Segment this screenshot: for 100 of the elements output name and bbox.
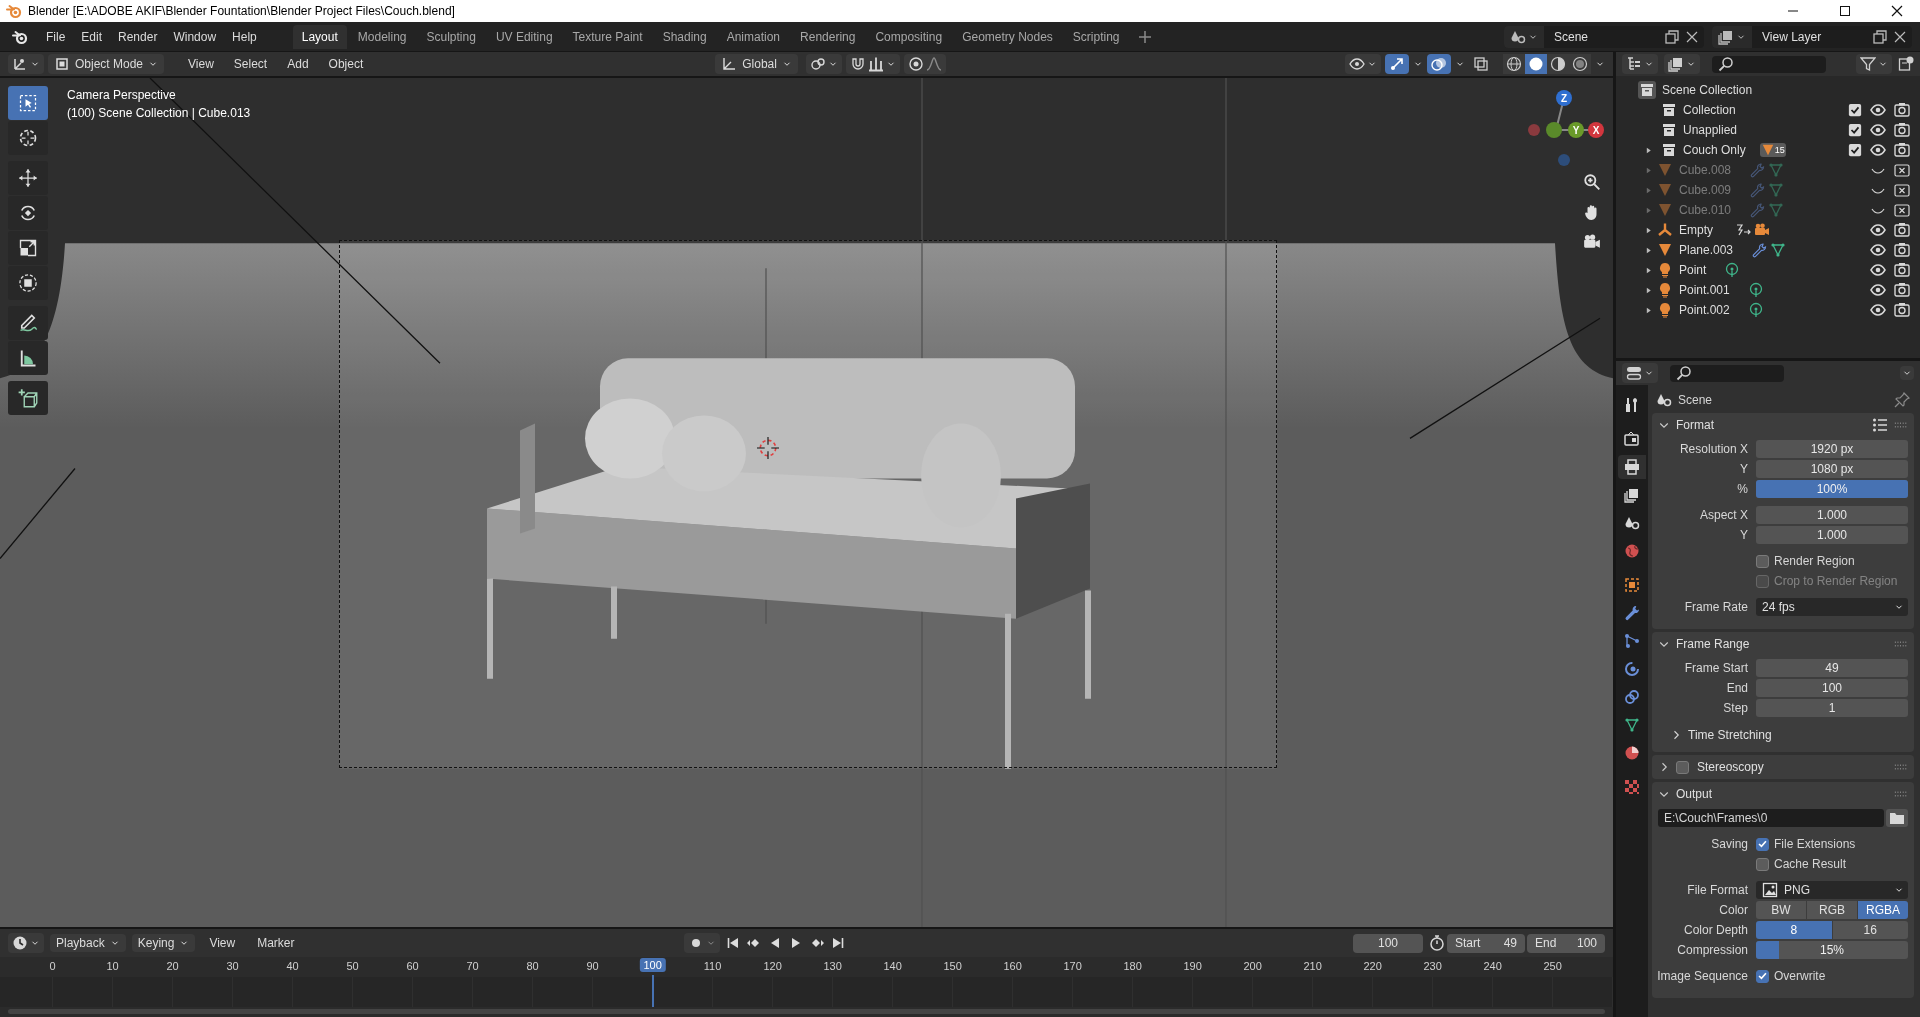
outliner-item[interactable]: Cube.008	[1679, 163, 1732, 177]
camera-icon[interactable]	[1583, 233, 1601, 251]
outliner-item[interactable]: Point	[1679, 263, 1707, 277]
number-field[interactable]: 1.000	[1756, 526, 1908, 544]
checkbox[interactable]	[1756, 554, 1769, 568]
camera-icon[interactable]	[1894, 142, 1910, 158]
path-field[interactable]: E:\Couch\Frames\0	[1658, 809, 1884, 827]
scale-tool[interactable]	[8, 231, 48, 265]
vertices-icon[interactable]	[1770, 242, 1787, 258]
checkbox[interactable]	[1848, 103, 1862, 117]
view-layer-browse-button[interactable]	[1712, 25, 1752, 48]
workspace-tab[interactable]: Modeling	[348, 24, 416, 49]
camera-off-icon[interactable]	[1894, 182, 1910, 198]
camera-icon[interactable]	[1894, 122, 1910, 138]
plus-icon[interactable]	[1136, 28, 1153, 45]
eye-icon[interactable]	[1870, 102, 1886, 118]
outliner-item[interactable]: Cube.010	[1679, 203, 1732, 217]
stopwatch-icon[interactable]	[1429, 935, 1445, 951]
workspace-tab[interactable]: Geometry Nodes	[953, 24, 1062, 49]
checkbox-label[interactable]: Render Region	[1774, 554, 1855, 568]
outliner-item[interactable]: Point.002	[1679, 303, 1730, 317]
workspace-tab[interactable]: Layout	[292, 24, 347, 49]
list-icon[interactable]	[1872, 417, 1888, 433]
overlay-toggle[interactable]	[1427, 54, 1451, 74]
checkbox-label[interactable]: Cache Result	[1774, 857, 1847, 871]
scene-browse-button[interactable]	[1504, 25, 1544, 48]
checkbox[interactable]	[1756, 969, 1769, 983]
cursor-tool[interactable]	[8, 121, 48, 155]
filter-button[interactable]	[1856, 54, 1892, 74]
workspace-tab[interactable]: Rendering	[791, 24, 865, 49]
menu-item[interactable]: View	[180, 57, 222, 71]
workspace-tab[interactable]: Scripting	[1063, 24, 1129, 49]
workspace-tab[interactable]: Compositing	[866, 24, 952, 49]
checkbox[interactable]	[1848, 123, 1862, 137]
menu-item[interactable]: Object	[320, 57, 372, 71]
move-tool[interactable]	[8, 161, 48, 195]
playhead-line[interactable]	[651, 975, 654, 1007]
panel-title[interactable]: Stereoscopy	[1697, 760, 1764, 774]
outliner-item[interactable]: Point.001	[1679, 283, 1730, 297]
properties-tab[interactable]	[1618, 455, 1646, 479]
camera-icon[interactable]	[1894, 242, 1910, 258]
menu-item[interactable]: View	[201, 936, 244, 950]
visibility-button[interactable]	[1345, 54, 1381, 74]
copy-icon[interactable]	[1664, 28, 1680, 45]
slider-field[interactable]: 100%	[1756, 480, 1908, 498]
menu-item[interactable]: File	[38, 29, 74, 44]
eye-icon[interactable]	[1870, 302, 1886, 318]
shading-button[interactable]	[1503, 54, 1525, 74]
display-mode-button[interactable]	[1664, 54, 1700, 74]
camera-icon[interactable]	[1894, 282, 1910, 298]
menu-item[interactable]: Marker	[249, 936, 303, 950]
editor-type-button[interactable]	[8, 933, 44, 953]
mesh-count-badge[interactable]: 15	[1759, 143, 1786, 157]
workspace-tab[interactable]: Texture Paint	[563, 24, 652, 49]
axis-gizmo-drawing[interactable]	[1528, 90, 1604, 166]
camera-off-icon[interactable]	[1894, 202, 1910, 218]
checkbox[interactable]	[1756, 837, 1769, 851]
outliner-item[interactable]: Scene Collection	[1662, 83, 1753, 97]
folder-button[interactable]	[1886, 809, 1908, 827]
rotate-tool[interactable]	[8, 196, 48, 230]
camera-icon[interactable]	[1894, 222, 1910, 238]
gizmo-toggle[interactable]	[1385, 54, 1409, 74]
new-collection-icon[interactable]	[1898, 56, 1914, 72]
panel-title[interactable]: Format	[1676, 418, 1714, 432]
eye-icon[interactable]	[1870, 262, 1886, 278]
menu-item[interactable]: Add	[279, 57, 317, 71]
panel-title[interactable]: Frame Range	[1676, 637, 1750, 651]
number-field[interactable]: 49	[1756, 659, 1908, 677]
wrench-icon[interactable]	[1751, 242, 1768, 258]
measure-tool[interactable]	[8, 341, 48, 375]
eye-icon[interactable]	[1870, 242, 1886, 258]
number-field[interactable]: 1080 px	[1756, 460, 1908, 478]
pivot-button[interactable]	[805, 54, 842, 74]
checkbox-label[interactable]: File Extensions	[1774, 837, 1856, 851]
dropdown[interactable]: PNG	[1756, 881, 1908, 899]
menu-item[interactable]: Select	[225, 57, 276, 71]
number-field[interactable]: 1920 px	[1756, 440, 1908, 458]
camera-icon[interactable]	[1894, 102, 1910, 118]
light-data-icon[interactable]	[1747, 302, 1764, 318]
checkbox[interactable]	[1676, 760, 1689, 774]
arrow-icon[interactable]	[1735, 222, 1751, 238]
eye-icon[interactable]	[1870, 222, 1886, 238]
copy-icon[interactable]	[1872, 28, 1888, 45]
camera-icon[interactable]	[1754, 222, 1770, 238]
camera-off-icon[interactable]	[1894, 162, 1910, 178]
dropdown[interactable]: 24 fps	[1756, 598, 1908, 616]
segment-button[interactable]: RGB	[1807, 901, 1857, 919]
shading-button[interactable]	[1525, 54, 1547, 74]
snap-button[interactable]	[845, 54, 900, 74]
eye-icon[interactable]	[1870, 122, 1886, 138]
light-data-icon[interactable]	[1724, 262, 1741, 278]
segment-button[interactable]: RGBA	[1858, 901, 1908, 919]
editor-type-button[interactable]	[1622, 363, 1658, 383]
zoom-icon[interactable]	[1583, 173, 1601, 191]
workspace-tab[interactable]: Sculpting	[417, 24, 485, 49]
editor-type-button[interactable]	[8, 54, 44, 74]
menu-item[interactable]: Window	[165, 29, 225, 44]
segment-button[interactable]: 16	[1832, 921, 1908, 939]
proportional-button[interactable]	[903, 54, 946, 74]
mode-dropdown[interactable]: Object Mode	[48, 54, 165, 74]
